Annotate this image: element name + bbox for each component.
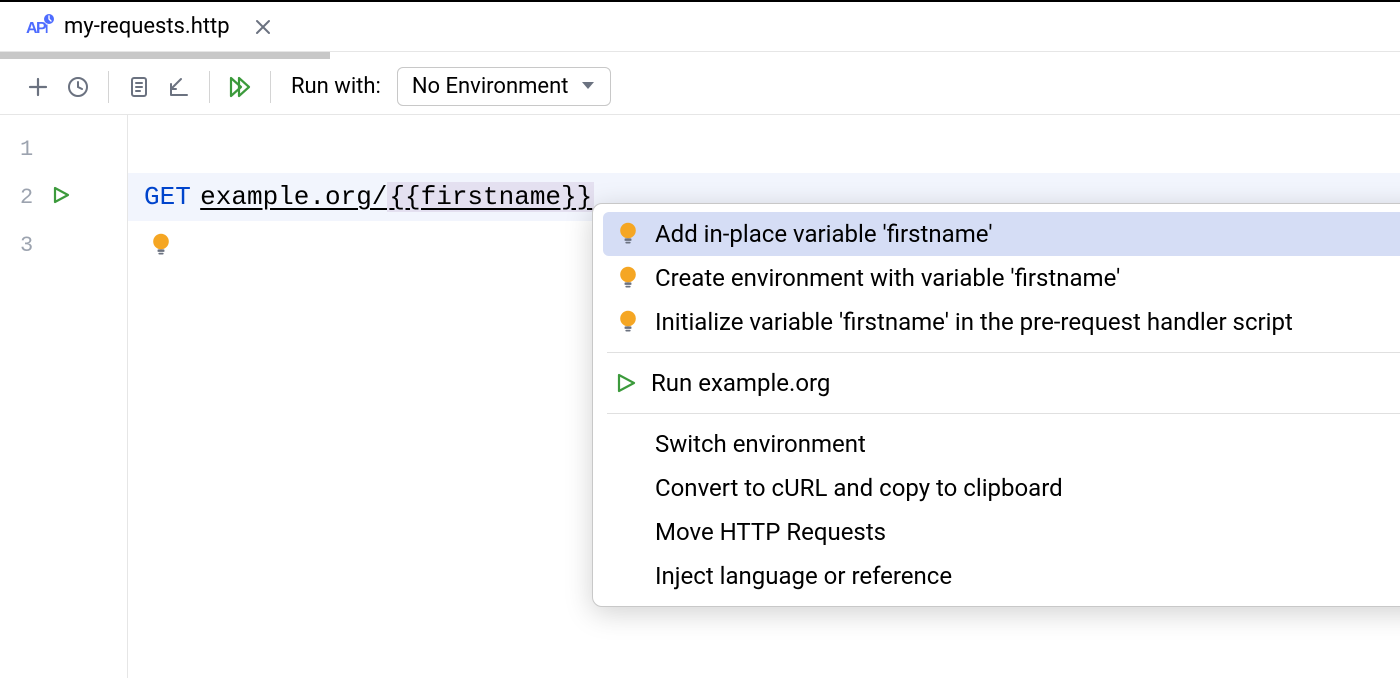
- popup-item-label: Run example.org: [651, 369, 830, 397]
- popup-item-label: Inject language or reference: [655, 562, 952, 590]
- code-area[interactable]: GET example.org/{{firstname}} Add in-pla…: [128, 115, 1400, 678]
- intention-bulb-icon[interactable]: [148, 232, 174, 258]
- svg-text:I: I: [45, 22, 48, 36]
- intention-create-environment[interactable]: Create environment with variable 'firstn…: [603, 256, 1400, 300]
- environment-dropdown[interactable]: No Environment: [397, 67, 612, 106]
- intention-popup: Add in-place variable 'firstname' Create…: [592, 203, 1400, 607]
- tab-my-requests[interactable]: A P I my-requests.http: [10, 2, 288, 51]
- editor: 1 2 3 GET example.org/{{firstname}}: [0, 115, 1400, 678]
- toolbar-separator: [270, 71, 271, 103]
- close-icon[interactable]: [254, 18, 272, 36]
- api-file-icon: A P I: [26, 13, 54, 41]
- history-button[interactable]: [58, 67, 98, 107]
- line-number: 2: [20, 185, 33, 210]
- examples-button[interactable]: [119, 67, 159, 107]
- intention-move-requests[interactable]: Move HTTP Requests: [603, 510, 1400, 554]
- editor-toolbar: Run with: No Environment: [0, 59, 1400, 115]
- run-with-label: Run with:: [291, 74, 381, 99]
- add-request-button[interactable]: [18, 67, 58, 107]
- bulb-icon: [615, 221, 641, 247]
- gutter: 1 2 3: [0, 115, 128, 678]
- popup-item-label: Convert to cURL and copy to clipboard: [655, 474, 1063, 502]
- intention-inject-language[interactable]: Inject language or reference: [603, 554, 1400, 598]
- intention-init-pre-request[interactable]: Initialize variable 'firstname' in the p…: [603, 300, 1400, 344]
- intention-add-inplace-variable[interactable]: Add in-place variable 'firstname': [603, 212, 1400, 256]
- popup-separator: [607, 352, 1400, 353]
- import-button[interactable]: [159, 67, 199, 107]
- popup-item-label: Create environment with variable 'firstn…: [655, 264, 1120, 292]
- toolbar-separator: [209, 71, 210, 103]
- gutter-run-icon[interactable]: [51, 185, 71, 209]
- popup-item-label: Switch environment: [655, 430, 866, 458]
- intention-run-url[interactable]: Run example.org: [603, 361, 1400, 405]
- tab-title: my-requests.http: [64, 14, 230, 39]
- line-number: 1: [20, 137, 33, 162]
- chevron-down-icon: [580, 74, 596, 99]
- run-all-button[interactable]: [220, 67, 260, 107]
- intention-switch-environment[interactable]: Switch environment: [603, 422, 1400, 466]
- http-url-variable: {{firstname}}: [387, 182, 594, 212]
- toolbar-separator: [108, 71, 109, 103]
- horizontal-scroll-marker[interactable]: [0, 52, 330, 59]
- http-method: GET: [144, 182, 191, 212]
- bulb-icon: [615, 309, 641, 335]
- popup-item-label: Move HTTP Requests: [655, 518, 886, 546]
- http-url-prefix: example.org/: [200, 182, 387, 212]
- run-icon: [615, 372, 637, 394]
- environment-selected: No Environment: [412, 74, 569, 99]
- popup-item-label: Initialize variable 'firstname' in the p…: [655, 308, 1293, 336]
- line-number: 3: [20, 233, 33, 258]
- tab-bar: A P I my-requests.http: [0, 2, 1400, 52]
- popup-separator: [607, 413, 1400, 414]
- bulb-icon: [615, 265, 641, 291]
- popup-item-label: Add in-place variable 'firstname': [655, 220, 993, 248]
- intention-convert-curl[interactable]: Convert to cURL and copy to clipboard: [603, 466, 1400, 510]
